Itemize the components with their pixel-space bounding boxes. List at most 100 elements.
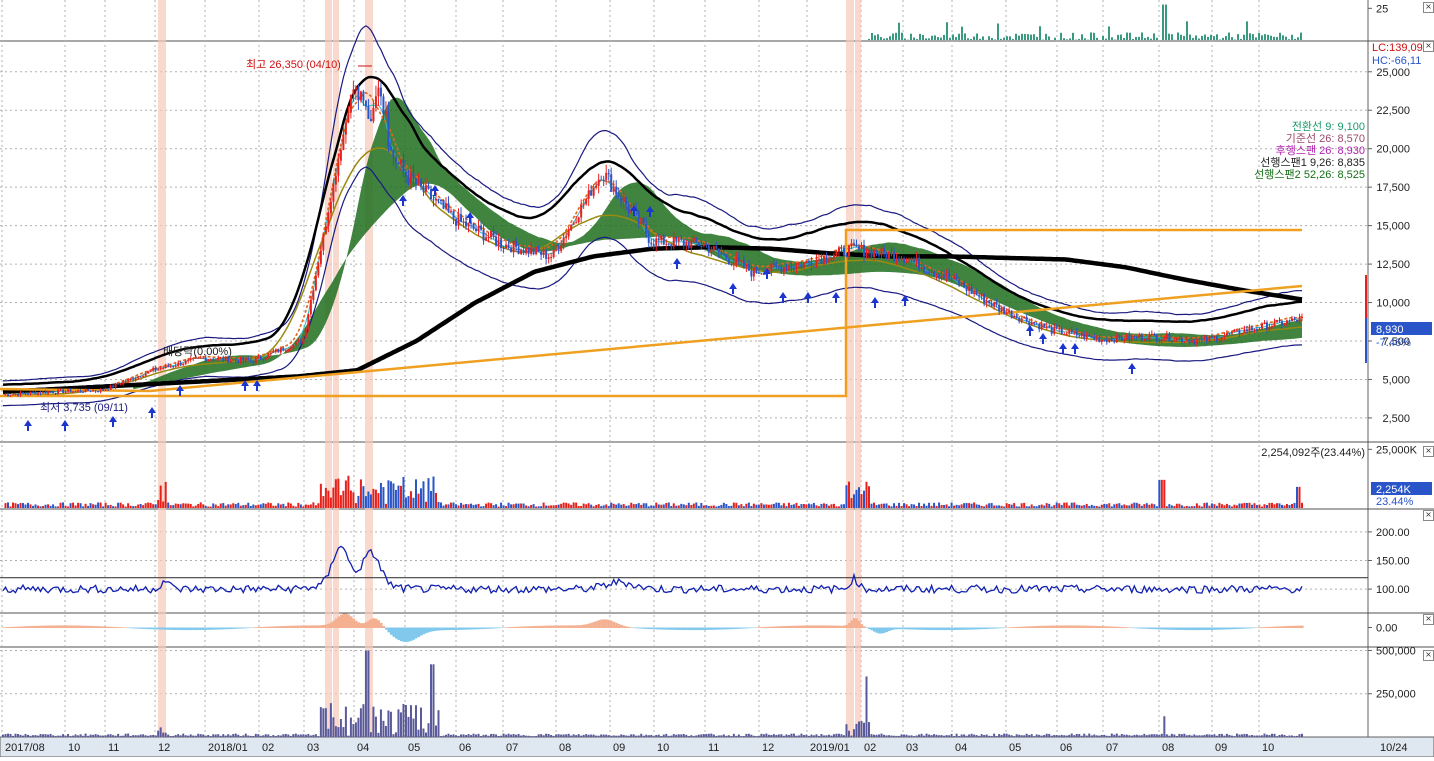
top-volume-bar: [1021, 34, 1023, 40]
price-candle: [575, 222, 577, 223]
histogram-bar: [585, 624, 588, 628]
panel-close-button[interactable]: ×: [1423, 650, 1434, 661]
price-candle: [926, 271, 928, 272]
top-volume-bar: [1126, 33, 1128, 40]
histogram-bar: [700, 628, 703, 631]
bottom-volume-bar: [340, 719, 342, 737]
volume-bar: [1213, 504, 1215, 508]
bottom-volume-bar: [1266, 735, 1268, 737]
histogram-bar: [683, 628, 686, 631]
bottom-volume-bar: [805, 735, 807, 737]
price-candle: [460, 214, 462, 221]
price-candle: [210, 359, 212, 360]
volume-bar: [220, 504, 222, 508]
stock-chart[interactable]: 2,5005,0007,50010,00012,50015,00017,5002…: [0, 0, 1434, 757]
volume-bar: [513, 504, 515, 508]
volume-bar: [1273, 504, 1275, 508]
histogram-bar: [1273, 627, 1276, 628]
volume-bar: [615, 505, 617, 508]
bottom-volume-bar: [750, 735, 752, 737]
price-candle: [245, 358, 247, 360]
bottom-volume-bar: [638, 735, 640, 737]
panel-close-button[interactable]: ×: [1423, 510, 1434, 521]
bottom-volume-bar: [635, 736, 637, 737]
price-candle: [1256, 329, 1258, 330]
histogram-bar: [52, 625, 55, 628]
bottom-volume-bar: [1048, 734, 1050, 737]
price-candle: [80, 390, 82, 391]
bottom-volume-bar: [876, 735, 878, 737]
price-candle: [17, 394, 19, 395]
histogram-bar: [1151, 628, 1154, 630]
x-tick-label: 07: [506, 742, 518, 754]
histogram-bar: [1243, 628, 1246, 629]
bottom-volume-bar: [1138, 735, 1140, 737]
histogram-bar: [1203, 628, 1206, 631]
histogram-bar: [272, 626, 275, 628]
volume-bar: [523, 504, 525, 508]
panel-close-button[interactable]: ×: [1423, 446, 1434, 457]
price-candle: [1243, 329, 1245, 333]
volume-bar: [1051, 506, 1053, 508]
histogram-bar: [112, 627, 115, 628]
volume-bar: [1006, 503, 1008, 508]
bottom-volume-bar: [1003, 734, 1005, 737]
top-volume-bar: [1093, 33, 1095, 40]
histogram-bar: [1213, 628, 1216, 630]
histogram-bar: [365, 622, 368, 628]
bottom-volume-bar: [1136, 735, 1138, 737]
bottom-volume-bar: [395, 732, 397, 737]
price-candle: [150, 371, 152, 372]
volume-bar: [192, 506, 194, 508]
histogram-bar: [412, 628, 415, 640]
panel-close-button[interactable]: ×: [1423, 614, 1434, 625]
volume-bar: [918, 503, 920, 508]
bottom-volume-bar: [735, 736, 737, 737]
chart-canvas[interactable]: 2,5005,0007,50010,00012,50015,00017,5002…: [0, 0, 1434, 757]
price-candle: [132, 379, 134, 380]
histogram-bar: [367, 621, 370, 628]
price-candle: [795, 265, 797, 268]
bottom-volume-bar: [65, 736, 67, 737]
panel-close-button[interactable]: ×: [1423, 41, 1434, 52]
price-candle: [145, 373, 147, 375]
volume-bar: [335, 479, 337, 508]
volume-bar: [112, 506, 114, 508]
volume-bar: [1246, 503, 1248, 508]
volume-bar: [172, 505, 174, 508]
histogram-bar: [1276, 626, 1279, 628]
bottom-volume-bar: [610, 736, 612, 737]
bottom-volume-bar: [978, 736, 980, 737]
top-volume-bar: [1156, 38, 1158, 40]
price-candle: [871, 250, 873, 257]
bottom-volume-bar: [1251, 735, 1253, 737]
bottom-volume-bar: [463, 734, 465, 737]
price-candle: [1228, 333, 1230, 334]
price-candle: [998, 305, 1000, 312]
price-candle: [207, 359, 209, 361]
volume-bar: [1241, 503, 1243, 508]
price-candle: [578, 217, 580, 222]
volume-bar: [412, 498, 414, 508]
histogram-bar: [868, 628, 871, 630]
price-candle: [1281, 321, 1283, 325]
volume-bar: [805, 504, 807, 508]
volume-bar: [250, 506, 252, 508]
price-candle: [1171, 341, 1173, 342]
bottom-volume-bar: [495, 734, 497, 737]
bottom-volume-bar: [918, 734, 920, 737]
volume-bar: [322, 496, 324, 508]
histogram-bar: [1043, 626, 1046, 628]
volume-bar: [337, 479, 339, 508]
price-candle: [1111, 339, 1113, 341]
volume-bar: [282, 504, 284, 508]
bottom-volume-bar: [1253, 736, 1255, 737]
price-candle: [320, 250, 322, 263]
bottom-volume-bar: [247, 735, 249, 737]
volume-bar: [713, 505, 715, 508]
histogram-bar: [565, 625, 568, 628]
price-candle: [335, 176, 337, 185]
histogram-bar: [590, 623, 593, 628]
panel-close-button[interactable]: ×: [1423, 2, 1434, 13]
bottom-volume-bar: [878, 734, 880, 737]
